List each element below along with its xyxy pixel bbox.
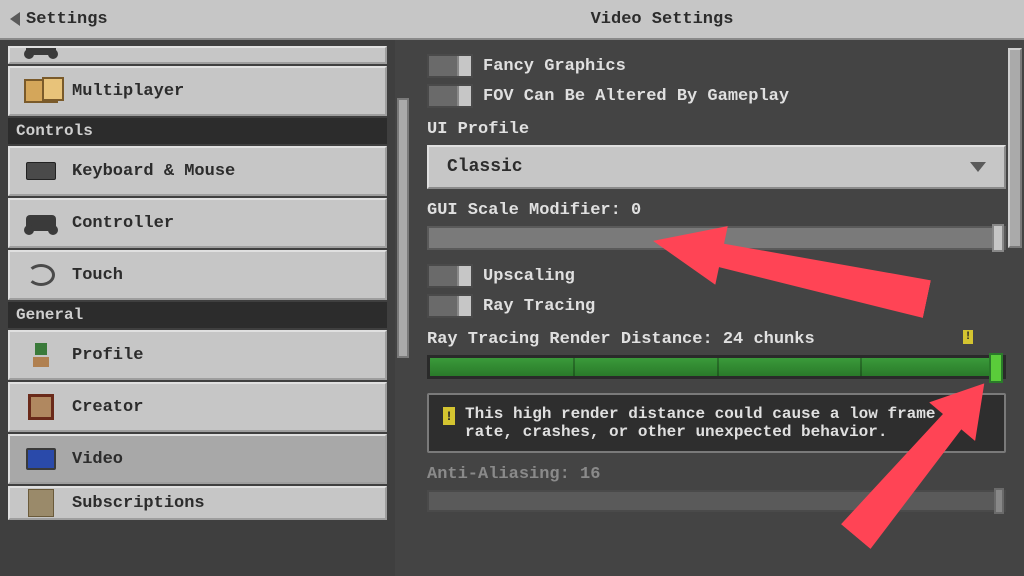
chevron-down-icon xyxy=(970,162,986,172)
warning-text: This high render distance could cause a … xyxy=(465,405,990,441)
sidebar-item-label: Video xyxy=(72,450,123,469)
multiplayer-icon xyxy=(24,78,58,104)
sidebar-section-controls: Controls xyxy=(8,118,387,144)
sidebar-item-label: Creator xyxy=(72,398,143,417)
sidebar-item-profile[interactable]: Profile xyxy=(8,330,387,380)
ui-profile-value: Classic xyxy=(447,157,523,177)
sidebar-item-label: Touch xyxy=(72,266,123,285)
sidebar-item-subscriptions[interactable]: Subscriptions xyxy=(8,486,387,520)
sidebar-item-label: Profile xyxy=(72,346,143,365)
panel-scrollbar[interactable] xyxy=(1008,48,1022,568)
sidebar-item-prev[interactable] xyxy=(8,46,387,64)
fancy-graphics-row: Fancy Graphics xyxy=(427,54,1006,78)
rt-distance-slider[interactable]: ! xyxy=(427,355,1006,379)
warning-icon: ! xyxy=(443,407,455,425)
sidebar-item-creator[interactable]: Creator xyxy=(8,382,387,432)
sidebar: Multiplayer Controls Keyboard & Mouse Co… xyxy=(0,40,395,576)
fancy-graphics-toggle[interactable] xyxy=(427,54,473,78)
rt-distance-label: Ray Tracing Render Distance: 24 chunks xyxy=(427,330,1006,349)
ui-profile-label: UI Profile xyxy=(427,120,1006,139)
sidebar-item-touch[interactable]: Touch xyxy=(8,250,387,300)
ui-profile-dropdown[interactable]: Classic xyxy=(427,145,1006,189)
video-icon xyxy=(24,446,58,472)
keyboard-icon xyxy=(24,158,58,184)
profile-icon xyxy=(24,342,58,368)
sidebar-section-general: General xyxy=(8,302,387,328)
aa-slider[interactable] xyxy=(427,490,1006,512)
subscriptions-icon xyxy=(24,490,58,516)
video-settings-panel: Fancy Graphics FOV Can Be Altered By Gam… xyxy=(395,40,1024,576)
back-label: Settings xyxy=(26,10,108,29)
sidebar-item-label: Subscriptions xyxy=(72,494,205,513)
back-button[interactable]: Settings xyxy=(10,10,108,29)
fov-row: FOV Can Be Altered By Gameplay xyxy=(427,84,1006,108)
upscaling-label: Upscaling xyxy=(483,267,575,286)
gamepad-icon xyxy=(24,46,58,60)
page-title: Video Settings xyxy=(591,10,734,29)
header: Settings Video Settings xyxy=(0,0,1024,40)
touch-icon xyxy=(24,262,58,288)
controller-icon xyxy=(24,210,58,236)
sidebar-item-keyboard[interactable]: Keyboard & Mouse xyxy=(8,146,387,196)
sidebar-item-label: Keyboard & Mouse xyxy=(72,162,235,181)
sidebar-item-label: Controller xyxy=(72,214,174,233)
sidebar-item-label: Multiplayer xyxy=(72,82,184,101)
sidebar-item-controller[interactable]: Controller xyxy=(8,198,387,248)
raytracing-toggle[interactable] xyxy=(427,294,473,318)
fancy-graphics-label: Fancy Graphics xyxy=(483,57,626,76)
creator-icon xyxy=(24,394,58,420)
chevron-left-icon xyxy=(10,12,20,26)
warning-icon: ! xyxy=(963,330,973,344)
sidebar-scrollbar[interactable] xyxy=(397,48,409,568)
raytracing-label: Ray Tracing xyxy=(483,297,595,316)
sidebar-item-multiplayer[interactable]: Multiplayer xyxy=(8,66,387,116)
sidebar-item-video[interactable]: Video xyxy=(8,434,387,484)
upscaling-toggle[interactable] xyxy=(427,264,473,288)
gui-scale-label: GUI Scale Modifier: 0 xyxy=(427,201,1006,220)
fov-label: FOV Can Be Altered By Gameplay xyxy=(483,87,789,106)
fov-toggle[interactable] xyxy=(427,84,473,108)
